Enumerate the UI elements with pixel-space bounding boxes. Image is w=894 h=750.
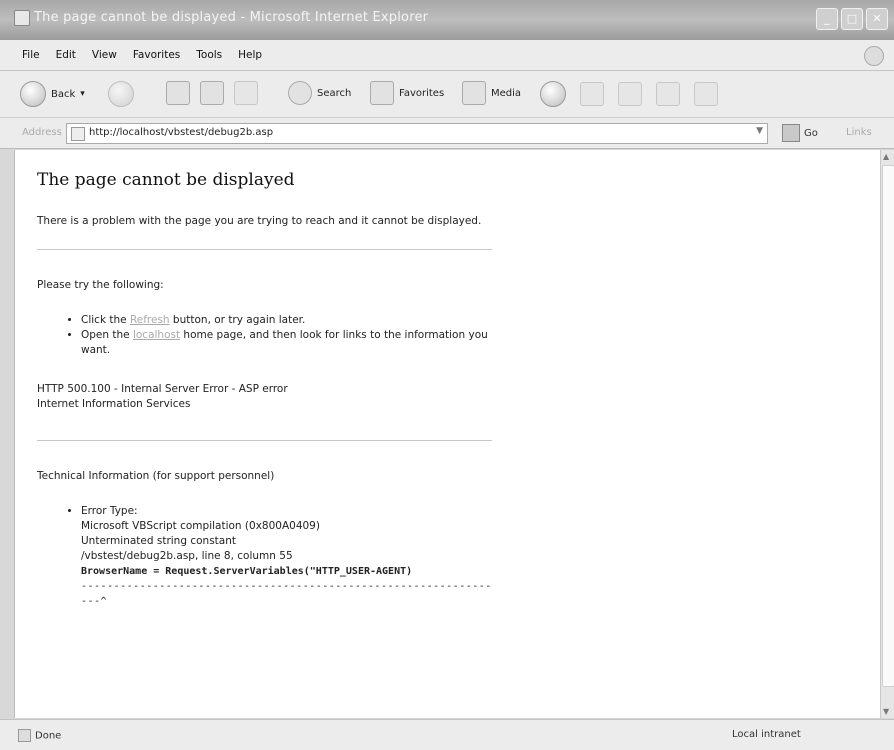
address-url[interactable]: http://localhost/vbstest/debug2b.asp [89, 127, 273, 138]
go-arrow-icon [782, 124, 800, 142]
address-field[interactable]: http://localhost/vbstest/debug2b.asp ▼ [66, 123, 768, 144]
address-label: Address [22, 127, 62, 138]
page-icon [71, 127, 85, 141]
favorites-label[interactable]: Favorites [399, 88, 444, 99]
favorites-icon[interactable] [370, 81, 394, 105]
menu-bar: File Edit View Favorites Tools Help [0, 40, 894, 71]
title-bar: The page cannot be displayed - Microsoft… [0, 0, 894, 40]
list-item: Open the localhost home page, and then l… [81, 328, 492, 358]
toolbar: Back ▾ Search Favorites Media [0, 71, 894, 118]
go-button[interactable]: Go [782, 124, 818, 142]
page-content: The page cannot be displayed There is a … [14, 150, 881, 718]
suggestion-list: Click the Refresh button, or try again l… [37, 313, 492, 358]
media-icon[interactable] [462, 81, 486, 105]
code-line: BrowserName = Request.ServerVariables("H… [81, 566, 413, 577]
tech-info-label: Technical Information (for support perso… [37, 470, 275, 482]
back-label[interactable]: Back [51, 89, 75, 100]
search-icon[interactable] [288, 81, 312, 105]
minimize-button[interactable]: _ [816, 8, 838, 30]
address-bar: Address http://localhost/vbstest/debug2b… [0, 118, 894, 149]
scroll-down-icon[interactable]: ▼ [883, 707, 889, 716]
intro-text: There is a problem with the page you are… [37, 215, 482, 227]
search-label[interactable]: Search [317, 88, 351, 99]
error-type-label: Error Type: [81, 505, 138, 517]
maximize-button[interactable]: □ [841, 8, 863, 30]
status-bar: Done Local intranet [0, 719, 894, 750]
links-label[interactable]: Links [846, 127, 872, 138]
mail-icon[interactable] [580, 82, 604, 106]
forward-arrow-icon[interactable] [108, 81, 134, 107]
scroll-up-icon[interactable]: ▲ [883, 152, 889, 161]
menu-tools[interactable]: Tools [196, 49, 222, 61]
error-source: Microsoft VBScript compilation (0x800A04… [81, 520, 320, 532]
menu-view[interactable]: View [92, 49, 117, 61]
back-dropdown-icon[interactable]: ▾ [80, 89, 85, 99]
try-label: Please try the following: [37, 279, 164, 291]
security-zone: Local intranet [732, 729, 801, 740]
http-error-line: HTTP 500.100 - Internal Server Error - A… [37, 383, 288, 395]
list-item: Error Type: Microsoft VBScript compilati… [81, 504, 492, 609]
messenger-icon[interactable] [694, 82, 718, 106]
refresh-link[interactable]: Refresh [130, 314, 170, 326]
iis-line: Internet Information Services [37, 398, 191, 410]
print-icon[interactable] [618, 82, 642, 106]
error-page: The page cannot be displayed There is a … [37, 170, 492, 609]
window-title: The page cannot be displayed - Microsoft… [34, 10, 429, 25]
windows-logo-icon [864, 46, 884, 66]
page-heading: The page cannot be displayed [37, 170, 295, 190]
close-button[interactable]: ✕ [866, 8, 888, 30]
tech-list: Error Type: Microsoft VBScript compilati… [37, 504, 492, 609]
menu-favorites[interactable]: Favorites [133, 49, 180, 61]
edit-icon[interactable] [656, 82, 680, 106]
list-item: Click the Refresh button, or try again l… [81, 313, 492, 328]
vertical-scrollbar[interactable]: ▲ ▼ [880, 150, 894, 718]
menu-edit[interactable]: Edit [56, 49, 76, 61]
stop-icon[interactable] [166, 81, 190, 105]
localhost-link[interactable]: localhost [133, 329, 180, 341]
divider [37, 440, 492, 441]
status-done: Done [18, 729, 61, 742]
divider [37, 249, 492, 250]
error-pointer-line: ----------------------------------------… [81, 581, 492, 607]
scroll-thumb[interactable] [882, 165, 894, 687]
refresh-icon[interactable] [200, 81, 224, 105]
home-icon[interactable] [234, 81, 258, 105]
history-icon[interactable] [540, 81, 566, 107]
error-location: /vbstest/debug2b.asp, line 8, column 55 [81, 550, 293, 562]
menu-help[interactable]: Help [238, 49, 262, 61]
go-label[interactable]: Go [804, 128, 818, 139]
error-description: Unterminated string constant [81, 535, 236, 547]
ie-icon [14, 10, 30, 26]
back-arrow-icon[interactable] [20, 81, 46, 107]
media-label[interactable]: Media [491, 88, 521, 99]
menu-file[interactable]: File [22, 49, 40, 61]
address-dropdown-icon[interactable]: ▼ [756, 126, 763, 136]
page-done-icon [18, 729, 31, 742]
